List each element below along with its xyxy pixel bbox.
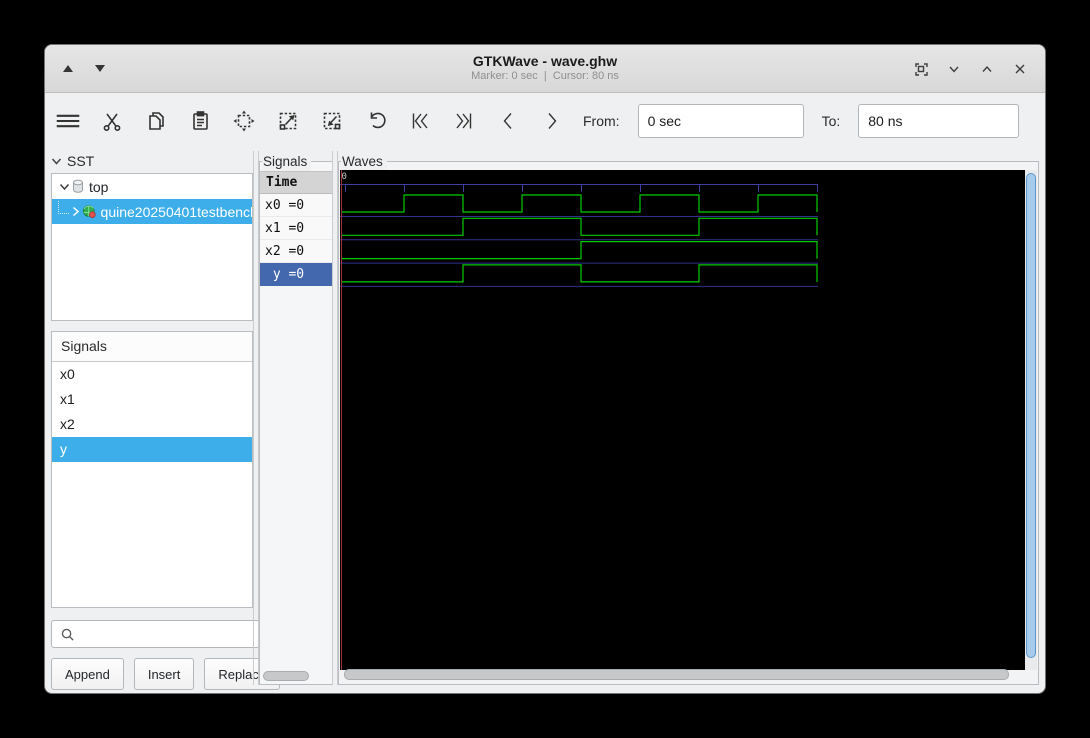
waves-frame: Waves 0 [338, 161, 1039, 685]
waves-pane: Waves 0 [338, 151, 1039, 685]
titlebar-text: GTKWave - wave.ghw Marker: 0 sec | Curso… [471, 53, 619, 84]
expander-open-icon[interactable] [57, 181, 71, 192]
toolbar: From: To: [45, 93, 1045, 148]
waves-hscrollbar[interactable] [340, 669, 1024, 680]
signal-item-x1[interactable]: x1 [52, 387, 252, 412]
clipboard-paste-icon [187, 108, 213, 134]
menu-button[interactable] [55, 108, 81, 134]
reload-icon [1043, 108, 1046, 134]
chevron-down-icon [946, 61, 962, 77]
window-title: GTKWave - wave.ghw [471, 53, 619, 71]
wave-trace-x0 [341, 195, 817, 212]
signal-search[interactable] [51, 620, 261, 648]
close-icon [1012, 61, 1028, 77]
signal-item-y[interactable]: y [52, 437, 252, 462]
tree-item-label: quine20250401testbench [101, 204, 252, 220]
from-label: From: [583, 113, 620, 129]
signal-value-row-x2[interactable]: x2 =0 [260, 240, 332, 263]
wave-trace-y [341, 265, 817, 282]
signal-value-row-y[interactable]: y =0 [260, 263, 332, 286]
skip-to-end-button[interactable] [451, 108, 477, 134]
zoom-in-icon [275, 108, 301, 134]
scissors-icon [99, 108, 125, 134]
copy-button[interactable] [143, 108, 169, 134]
skip-end-icon [451, 108, 477, 134]
signals-frame-label: Signals [262, 153, 311, 171]
signal-item-x2[interactable]: x2 [52, 412, 252, 437]
expander-chevron-icon [51, 156, 62, 167]
action-buttons: Append Insert Replace [51, 658, 280, 690]
time-origin-label: 0 [342, 172, 347, 182]
sst-label: SST [67, 153, 94, 169]
to-input[interactable] [858, 104, 1019, 138]
gtkwave-window: GTKWave - wave.ghw Marker: 0 sec | Curso… [44, 44, 1046, 694]
signal-value-row-x0[interactable]: x0 =0 [260, 194, 332, 217]
zoom-out-icon [319, 108, 345, 134]
scrollbar-thumb[interactable] [263, 671, 309, 681]
time-column-header[interactable]: Time [260, 171, 332, 194]
tree-branch-line [58, 201, 69, 214]
scrollbar-thumb[interactable] [1026, 173, 1036, 658]
shade-down-icon[interactable] [95, 65, 105, 72]
tree-item-testbench[interactable]: quine20250401testbench [52, 199, 252, 224]
titlebar[interactable]: GTKWave - wave.ghw Marker: 0 sec | Curso… [45, 45, 1045, 93]
zoom-fit-button[interactable] [231, 108, 257, 134]
from-input[interactable] [638, 104, 804, 138]
sst-tree: top quine20250401testbench [51, 173, 253, 321]
insert-button[interactable]: Insert [134, 658, 195, 690]
close-button[interactable] [1011, 60, 1029, 78]
search-icon [60, 627, 75, 642]
maximize-button[interactable] [978, 60, 996, 78]
tree-item-label: top [89, 179, 108, 195]
shift-right-button[interactable] [539, 108, 565, 134]
paste-button[interactable] [187, 108, 213, 134]
signal-item-x0[interactable]: x0 [52, 362, 252, 387]
expander-closed-icon[interactable] [69, 206, 82, 217]
sst-expander[interactable]: SST [51, 151, 253, 171]
main-content: SST top [45, 149, 1045, 693]
signals-frame: Signals Time x0 =0 x1 =0 x2 =0 y =0 [259, 161, 333, 685]
reload-button[interactable] [1043, 108, 1046, 134]
zoom-in-button[interactable] [275, 108, 301, 134]
chevron-up-icon [979, 61, 995, 77]
scrollbar-thumb[interactable] [344, 669, 1009, 680]
cylinder-icon [71, 179, 85, 194]
module-icon [82, 204, 96, 219]
skip-start-icon [407, 108, 433, 134]
wave-trace-x1 [341, 218, 817, 235]
to-label: To: [822, 113, 841, 129]
search-input[interactable] [75, 620, 260, 648]
desktop: { "titlebar": { "title": "GTKWave - wave… [0, 0, 1090, 738]
minimize-button[interactable] [945, 60, 963, 78]
waves-vscrollbar[interactable] [1025, 170, 1037, 670]
append-button[interactable]: Append [51, 658, 124, 690]
skip-to-start-button[interactable] [407, 108, 433, 134]
tree-item-top[interactable]: top [52, 174, 252, 199]
undo-button[interactable] [363, 108, 389, 134]
signals-hscrollbar[interactable] [263, 671, 327, 681]
signals-values-pane: Signals Time x0 =0 x1 =0 x2 =0 y =0 [259, 151, 333, 685]
copy-icon [143, 108, 169, 134]
waves-frame-label: Waves [341, 153, 387, 171]
wave-canvas[interactable]: 0 [340, 170, 1029, 670]
chevron-right-icon [539, 108, 565, 134]
undo-arrow-icon [363, 108, 389, 134]
sst-pane: SST top [51, 151, 253, 688]
chevron-left-icon [495, 108, 521, 134]
hamburger-menu-icon [55, 108, 81, 134]
cut-button[interactable] [99, 108, 125, 134]
fullscreen-button[interactable] [912, 60, 930, 78]
signal-value-row-x1[interactable]: x1 =0 [260, 217, 332, 240]
signal-browser: Signals x0 x1 x2 y [51, 331, 253, 608]
signal-browser-header: Signals [52, 332, 252, 362]
wave-trace-x2 [341, 242, 817, 259]
shift-left-button[interactable] [495, 108, 521, 134]
zoom-out-button[interactable] [319, 108, 345, 134]
shade-up-icon[interactable] [63, 65, 73, 72]
wave-canvas-svg: 0 [340, 170, 1029, 670]
fullscreen-icon [913, 61, 929, 77]
marker-cursor-status: Marker: 0 sec | Cursor: 80 ns [471, 70, 619, 84]
zoom-fit-icon [231, 108, 257, 134]
